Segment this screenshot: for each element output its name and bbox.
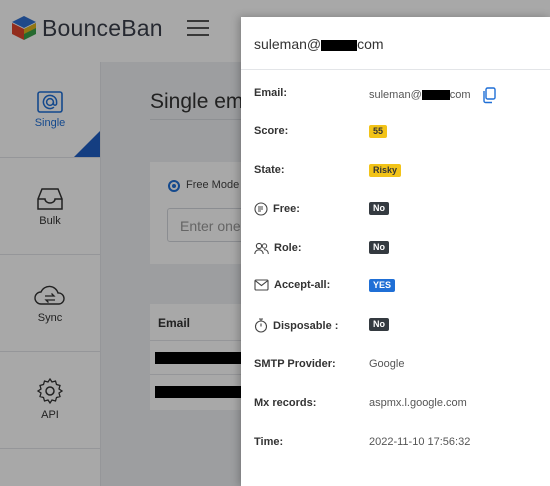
detail-row-mx: Mx records: aspmx.l.google.com <box>241 393 550 417</box>
free-label: Free: <box>273 203 300 215</box>
detail-label: State: <box>254 164 285 176</box>
disposable-badge: No <box>369 318 389 331</box>
detail-value: aspmx.l.google.com <box>369 397 467 409</box>
detail-value: YES <box>369 279 396 292</box>
state-badge: Risky <box>369 164 402 177</box>
users-icon <box>254 241 269 255</box>
detail-label: Email: <box>254 87 288 99</box>
score-badge: 55 <box>369 125 388 138</box>
detail-label: SMTP Provider: <box>254 358 336 370</box>
detail-row-role: Role: No <box>241 238 550 262</box>
detail-row-state: State: Risky <box>241 161 550 185</box>
detail-row-free: Free: No <box>241 199 550 223</box>
panel-title-prefix: suleman@ <box>254 36 322 52</box>
email-prefix: suleman@ <box>369 89 422 101</box>
redacted-text <box>321 39 358 51</box>
detail-label: Role: <box>254 241 302 255</box>
detail-value: No <box>369 202 389 215</box>
disposable-label: Disposable : <box>273 319 339 332</box>
detail-row-accept-all: Accept-all: YES <box>241 276 550 300</box>
panel-title: suleman@ com <box>254 36 384 52</box>
role-label: Role: <box>274 242 302 254</box>
detail-value: suleman@ com <box>369 83 497 107</box>
detail-row-time: Time: 2022-11-10 17:56:32 <box>241 432 550 456</box>
stopwatch-icon <box>254 318 268 333</box>
detail-row-smtp: SMTP Provider: Google <box>241 354 550 378</box>
detail-label: Accept-all: <box>254 279 330 291</box>
detail-label: Time: <box>254 436 284 448</box>
detail-label: Disposable : <box>254 318 338 333</box>
copy-icon[interactable] <box>481 86 497 104</box>
detail-row-email: Email: suleman@ com <box>241 83 550 107</box>
detail-value: 55 <box>369 125 388 138</box>
detail-label: Score: <box>254 125 289 137</box>
free-badge: No <box>369 202 389 215</box>
detail-value: 2022-11-10 17:56:32 <box>369 436 471 448</box>
envelope-icon <box>254 279 269 291</box>
email-details-panel: suleman@ com Email: suleman@ com Score: 55… <box>241 17 550 486</box>
redacted-text <box>421 90 450 100</box>
detail-value: No <box>369 241 389 254</box>
detail-value: No <box>369 318 389 331</box>
free-icon <box>254 202 268 216</box>
panel-header: suleman@ com <box>241 17 550 70</box>
detail-row-disposable: Disposable : No <box>241 315 550 339</box>
detail-row-score: Score: 55 <box>241 122 550 146</box>
detail-label: Free: <box>254 202 300 216</box>
panel-title-suffix: com <box>357 36 384 52</box>
accept-all-label: Accept-all: <box>274 279 331 291</box>
role-badge: No <box>369 241 389 254</box>
accept-all-badge: YES <box>369 279 396 292</box>
detail-label: Mx records: <box>254 397 317 409</box>
email-suffix: com <box>449 89 471 101</box>
detail-value: Google <box>369 358 405 370</box>
detail-value: Risky <box>369 164 402 177</box>
